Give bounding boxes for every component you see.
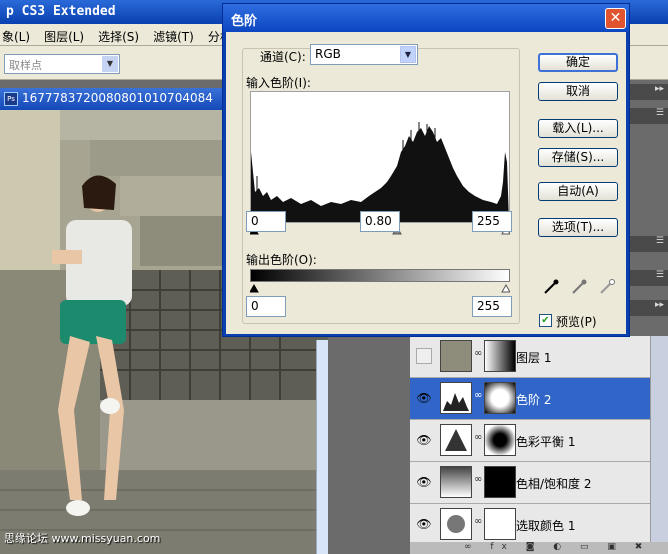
close-button[interactable]: ✕ — [605, 8, 626, 29]
layer-row[interactable]: 👁 ∞ 色彩平衡 1 — [410, 420, 660, 462]
layers-panel: ∞ 图层 1 👁 ∞ 色阶 2 👁 ∞ 色彩平衡 1 👁 ∞ 色相/饱和度 2 … — [410, 336, 668, 554]
layer-name: 色相/饱和度 2 — [516, 477, 592, 491]
ps-document-icon: Ps — [4, 92, 18, 106]
layer-thumbnail — [440, 340, 472, 372]
link-icon: ∞ — [474, 516, 483, 527]
panel-menu-button[interactable]: ☰ — [628, 108, 668, 124]
panel-menu-button[interactable]: ☰ — [628, 270, 668, 286]
channel-label: 通道(C): — [260, 50, 306, 64]
color-balance-icon — [440, 424, 472, 456]
output-black-slider[interactable] — [249, 283, 259, 293]
input-black-field[interactable]: 0 — [246, 211, 286, 232]
eye-icon[interactable]: 👁 — [414, 472, 434, 492]
black-eyedropper-icon[interactable] — [542, 279, 560, 297]
link-icon: ∞ — [474, 390, 483, 401]
preview-checkbox[interactable]: ✔ — [539, 314, 552, 327]
output-slider-track[interactable] — [249, 282, 511, 294]
mask-thumbnail — [484, 508, 516, 540]
menu-item-filter[interactable]: 滤镜(T) — [153, 28, 194, 44]
eye-icon[interactable]: 👁 — [414, 430, 434, 450]
visibility-toggle[interactable] — [416, 348, 432, 364]
layer-name: 色阶 2 — [516, 393, 552, 407]
hue-saturation-icon — [440, 466, 472, 498]
document-titlebar[interactable]: Ps 1677783720080801010704084 — [0, 88, 240, 110]
layer-row[interactable]: 👁 ∞ 色相/饱和度 2 — [410, 462, 660, 504]
selective-color-icon — [440, 508, 472, 540]
input-levels-label: 输入色阶(I): — [246, 76, 311, 90]
panel-collapse-button[interactable]: ▸▸ — [628, 84, 668, 100]
output-levels-label: 输出色阶(O): — [246, 253, 317, 267]
dialog-body: 通道(C): RGB ▼ 输入色阶(I): 0 0.80 255 输出色阶(O)… — [226, 32, 626, 334]
mask-thumbnail — [484, 382, 516, 414]
layers-scrollbar[interactable] — [650, 336, 668, 542]
layer-row[interactable]: ∞ 图层 1 — [410, 336, 660, 378]
auto-button[interactable]: 自动(A) — [538, 182, 618, 201]
eye-icon[interactable]: 👁 — [414, 388, 434, 408]
levels-dialog: 色阶 ✕ 通道(C): RGB ▼ 输入色阶(I): 0 0.80 255 输出… — [222, 3, 630, 337]
output-black-field[interactable]: 0 — [246, 296, 286, 317]
document-title: 1677783720080801010704084 — [22, 91, 213, 105]
document-scrollbar[interactable] — [316, 340, 328, 554]
load-button[interactable]: 载入(L)... — [538, 119, 618, 138]
gray-eyedropper-icon[interactable] — [570, 279, 588, 297]
menu-item-image[interactable]: 象(L) — [2, 28, 30, 44]
menu-item-layer[interactable]: 图层(L) — [44, 28, 84, 44]
sample-size-select[interactable]: 取样点 ▼ — [4, 54, 120, 74]
input-white-field[interactable]: 255 — [472, 211, 512, 232]
cancel-button[interactable]: 取消 — [538, 82, 618, 101]
white-eyedropper-icon[interactable] — [598, 279, 616, 297]
chevron-down-icon[interactable]: ▼ — [400, 46, 416, 63]
link-icon: ∞ — [474, 474, 483, 485]
output-white-slider[interactable] — [501, 283, 511, 293]
layer-name: 选取颜色 1 — [516, 519, 576, 533]
mask-thumbnail — [484, 466, 516, 498]
eye-icon[interactable]: 👁 — [414, 514, 434, 534]
layer-row[interactable]: 👁 ∞ 色阶 2 — [410, 378, 660, 420]
dialog-title[interactable]: 色阶 — [223, 4, 629, 32]
channel-select[interactable]: RGB ▼ — [310, 44, 418, 65]
layer-name: 色彩平衡 1 — [516, 435, 576, 449]
watermark-text: 思缘论坛 www.missyuan.com — [4, 532, 161, 545]
histogram-graph — [251, 122, 509, 222]
input-gamma-field[interactable]: 0.80 — [360, 211, 400, 232]
preview-label: 预览(P) — [556, 315, 597, 329]
layer-name: 图层 1 — [516, 351, 552, 365]
panel-menu-button[interactable]: ☰ — [628, 236, 668, 252]
panel-collapse-button[interactable]: ▸▸ — [628, 300, 668, 316]
ok-button[interactable]: 确定 — [538, 53, 618, 72]
link-icon: ∞ — [474, 432, 483, 443]
link-icon: ∞ — [474, 348, 483, 359]
levels-adjustment-icon — [440, 382, 472, 414]
chevron-down-icon[interactable]: ▼ — [102, 56, 118, 72]
sample-size-value: 取样点 — [9, 59, 42, 72]
channel-value: RGB — [315, 47, 341, 61]
histogram — [250, 91, 510, 223]
layers-footer-icons[interactable]: ∞ fx ◙ ◐ ▭ ▣ ✖ — [410, 542, 668, 554]
menu-item-select[interactable]: 选择(S) — [98, 28, 139, 44]
mask-thumbnail — [484, 424, 516, 456]
mask-thumbnail — [484, 340, 516, 372]
layer-row[interactable]: 👁 ∞ 选取颜色 1 — [410, 504, 660, 546]
output-white-field[interactable]: 255 — [472, 296, 512, 317]
save-button[interactable]: 存储(S)... — [538, 148, 618, 167]
output-gradient — [250, 269, 510, 282]
options-button[interactable]: 选项(T)... — [538, 218, 618, 237]
